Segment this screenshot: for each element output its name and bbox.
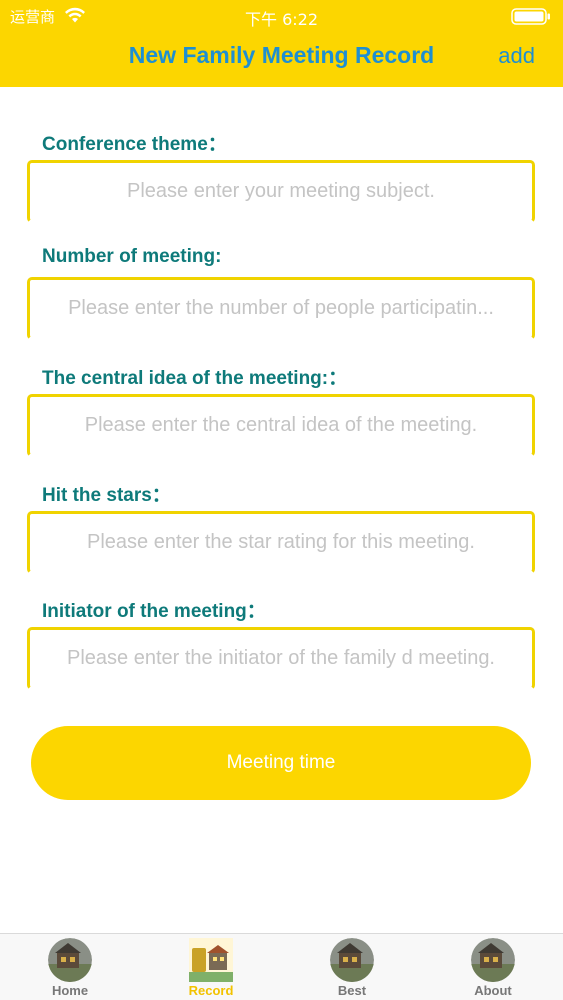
status-time: 下午 6:22 — [244, 10, 319, 29]
conference-theme-label: Conference theme： — [42, 134, 227, 155]
tab-bar: Home Record Best About — [0, 933, 563, 1000]
central-idea-label: The central idea of the meeting:： — [42, 368, 348, 389]
tab-record-label: Record — [188, 983, 234, 998]
conference-theme-field[interactable] — [27, 160, 535, 223]
star-rating-field[interactable] — [27, 511, 535, 574]
central-idea-input[interactable] — [30, 397, 532, 454]
number-of-meeting-field[interactable] — [27, 277, 535, 340]
navigation-bar: 运营商 下午 6:22 New Family Meeting Record ad… — [0, 0, 563, 87]
central-idea-field[interactable] — [27, 394, 535, 457]
number-of-meeting-input[interactable] — [30, 280, 532, 337]
initiator-field[interactable] — [27, 627, 535, 690]
tab-about-label: About — [474, 983, 512, 998]
initiator-label: Initiator of the meeting： — [42, 601, 266, 622]
star-rating-input[interactable] — [30, 514, 532, 571]
status-bar: 运营商 下午 6:22 — [0, 0, 563, 32]
house-thumbnail-icon — [48, 938, 92, 982]
tab-best-label: Best — [337, 983, 367, 998]
tab-best[interactable]: Best — [302, 934, 402, 1000]
conference-theme-input[interactable] — [30, 163, 532, 220]
page-title: New Family Meeting Record — [128, 42, 435, 68]
number-of-meeting-label: Number of meeting: — [42, 246, 222, 267]
house-thumbnail-icon — [330, 938, 374, 982]
tab-home-label: Home — [51, 983, 89, 998]
initiator-input[interactable] — [30, 630, 532, 687]
add-button[interactable]: add — [498, 43, 535, 69]
family-meeting-notebook-icon — [189, 938, 233, 982]
house-thumbnail-icon — [471, 938, 515, 982]
hit-the-stars-label: Hit the stars： — [42, 485, 171, 506]
tab-about[interactable]: About — [443, 934, 543, 1000]
tab-record[interactable]: Record — [161, 934, 261, 1000]
tab-home[interactable]: Home — [20, 934, 120, 1000]
battery-icon — [511, 8, 550, 25]
meeting-time-button[interactable]: Meeting time — [31, 726, 531, 800]
